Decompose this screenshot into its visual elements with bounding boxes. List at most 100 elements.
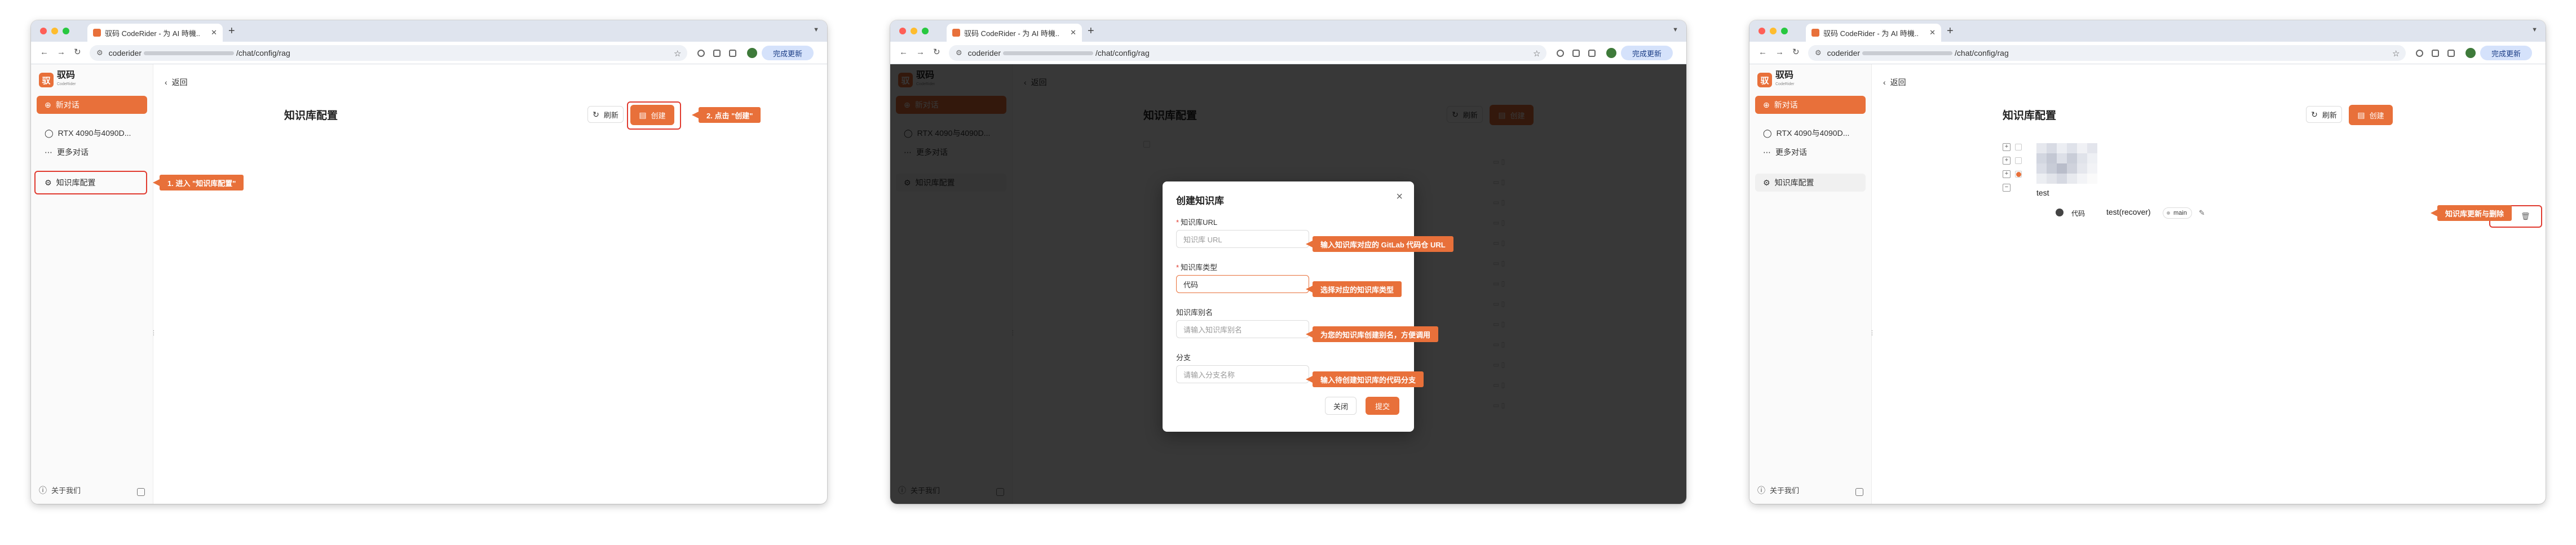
extension-puzzle-icon[interactable] xyxy=(2432,50,2439,57)
bookmark-star-icon[interactable]: ☆ xyxy=(2392,48,2400,59)
url-input[interactable]: ⚙ coderider /chat/config/rag xyxy=(90,45,687,61)
profile-avatar[interactable] xyxy=(1606,48,1616,58)
update-button[interactable]: 完成更新 xyxy=(2480,46,2532,60)
close-tab-icon[interactable]: ✕ xyxy=(1929,28,1936,37)
back-link[interactable]: ‹ 返回 xyxy=(1883,77,1906,88)
maximize-window-button[interactable] xyxy=(1781,28,1788,34)
site-settings-icon[interactable]: ⚙ xyxy=(956,48,962,57)
back-arrow-icon[interactable]: ← xyxy=(1758,47,1767,57)
extension-puzzle-icon[interactable] xyxy=(713,50,721,57)
tree-expand-icon[interactable]: + xyxy=(2003,143,2011,151)
kb-alias-input[interactable]: 请输入知识库别名 xyxy=(1176,320,1309,338)
url-input[interactable]: ⚙ coderider /chat/config/rag xyxy=(1808,45,2406,61)
window-controls xyxy=(1758,28,1788,34)
site-settings-icon[interactable]: ⚙ xyxy=(1815,48,1822,57)
refresh-button[interactable]: ↻ 刷新 xyxy=(587,106,624,123)
extension-icon[interactable] xyxy=(697,50,705,57)
minimize-window-button[interactable] xyxy=(911,28,917,34)
update-button[interactable]: 完成更新 xyxy=(1621,46,1673,60)
sidebar-item-chat[interactable]: ◯ RTX 4090与4090D... xyxy=(37,124,147,142)
tab-bar: 驭码 CodeRider - 为 AI 時機.. ✕ + ▼ xyxy=(890,20,1686,42)
cancel-button[interactable]: 关闭 xyxy=(1325,397,1357,415)
logo-mark: 驭 xyxy=(39,73,54,87)
site-settings-icon[interactable]: ⚙ xyxy=(96,48,103,57)
highlight-box-create xyxy=(627,101,681,130)
create-button[interactable]: ▤ 创建 xyxy=(2349,105,2393,125)
bookmark-star-icon[interactable]: ☆ xyxy=(674,48,681,59)
profile-avatar[interactable] xyxy=(2465,48,2476,58)
tab-menu-chevron-icon[interactable]: ▼ xyxy=(1672,26,1678,33)
sidebar-item-more-chats[interactable]: ⋯ 更多对话 xyxy=(37,143,147,161)
minimize-window-button[interactable] xyxy=(1770,28,1777,34)
new-tab-icon[interactable]: + xyxy=(1947,25,1954,37)
back-link[interactable]: ‹ 返回 xyxy=(165,77,188,88)
url-path: /chat/config/rag xyxy=(1095,48,1150,57)
maximize-window-button[interactable] xyxy=(63,28,69,34)
sidepanel-icon[interactable] xyxy=(1588,50,1596,57)
kb-branch-input[interactable]: 请输入分支名称 xyxy=(1176,365,1309,383)
maximize-window-button[interactable] xyxy=(922,28,929,34)
extension-icon[interactable] xyxy=(2416,50,2423,57)
close-window-button[interactable] xyxy=(899,28,906,34)
browser-tab[interactable]: 驭码 CodeRider - 为 AI 時機.. ✕ xyxy=(1806,24,1941,42)
close-icon[interactable]: × xyxy=(1396,190,1403,203)
collapse-sidebar-icon[interactable] xyxy=(1855,488,1863,496)
tree-expand-icon[interactable]: + xyxy=(2003,170,2011,178)
browser-tab[interactable]: 驭码 CodeRider - 为 AI 時機.. ✕ xyxy=(87,24,223,42)
reload-icon[interactable]: ↻ xyxy=(74,47,81,57)
kb-url-input[interactable]: 知识库 URL xyxy=(1176,230,1309,248)
tab-menu-chevron-icon[interactable]: ▼ xyxy=(2531,26,2538,33)
about-link[interactable]: ⓘ 关于我们 xyxy=(1757,485,1799,496)
sidepanel-icon[interactable] xyxy=(729,50,736,57)
submit-button[interactable]: 提交 xyxy=(1366,397,1399,415)
kb-type-select[interactable]: 代码 xyxy=(1176,275,1309,293)
reload-icon[interactable]: ↻ xyxy=(933,47,940,57)
update-button[interactable]: 完成更新 xyxy=(762,46,814,60)
chat-item-label: RTX 4090与4090D... xyxy=(58,129,131,138)
new-tab-icon[interactable]: + xyxy=(1088,25,1094,37)
chat-bubble-icon: ◯ xyxy=(45,128,54,138)
refresh-icon: ↻ xyxy=(593,109,599,119)
branch-badge: main xyxy=(2163,207,2192,219)
close-tab-icon[interactable]: ✕ xyxy=(211,28,217,37)
new-chat-button[interactable]: ⊕ 新对话 xyxy=(37,96,147,114)
back-arrow-icon[interactable]: ← xyxy=(899,47,908,57)
new-chat-button[interactable]: ⊕ 新对话 xyxy=(1755,96,1866,114)
row-checkbox[interactable] xyxy=(2015,157,2022,164)
refresh-button[interactable]: ↻ 刷新 xyxy=(2306,106,2342,123)
tree-expand-icon[interactable]: + xyxy=(2003,157,2011,165)
extension-puzzle-icon[interactable] xyxy=(1572,50,1580,57)
row-checkbox[interactable] xyxy=(2015,144,2022,150)
browser-window-step2: 驭码 CodeRider - 为 AI 時機.. ✕ + ▼ ← → ↻ ⚙ c… xyxy=(890,20,1686,504)
address-bar-row: ← → ↻ ⚙ coderider /chat/config/rag ☆ 完成更… xyxy=(890,42,1686,64)
forward-arrow-icon[interactable]: → xyxy=(916,47,925,57)
edit-pencil-icon[interactable]: ✎ xyxy=(2199,209,2205,218)
close-tab-icon[interactable]: ✕ xyxy=(1070,28,1076,37)
reload-icon[interactable]: ↻ xyxy=(1792,47,1800,57)
dialog-title: 创建知识库 xyxy=(1176,196,1224,206)
extension-icon[interactable] xyxy=(1557,50,1564,57)
new-tab-icon[interactable]: + xyxy=(228,25,235,37)
minimize-window-button[interactable] xyxy=(51,28,58,34)
browser-tab[interactable]: 驭码 CodeRider - 为 AI 時機.. ✕ xyxy=(947,24,1082,42)
close-window-button[interactable] xyxy=(40,28,47,34)
tree-collapse-icon[interactable]: − xyxy=(2003,184,2011,192)
more-chats-label: 更多对话 xyxy=(1775,148,1807,157)
url-input[interactable]: ⚙ coderider /chat/config/rag xyxy=(949,45,1547,61)
forward-arrow-icon[interactable]: → xyxy=(1775,47,1784,57)
kb-type: 代码 xyxy=(2071,210,2085,218)
bookmark-star-icon[interactable]: ☆ xyxy=(1533,48,1540,59)
sidepanel-icon[interactable] xyxy=(2447,50,2455,57)
sidebar-item-kb-config[interactable]: ⚙ 知识库配置 xyxy=(1755,174,1866,192)
tab-menu-chevron-icon[interactable]: ▼ xyxy=(813,26,819,33)
about-link[interactable]: ⓘ 关于我们 xyxy=(39,485,81,496)
url-field-label: * 知识库URL xyxy=(1176,216,1217,227)
trash-icon[interactable]: 🗑 xyxy=(2521,212,2530,221)
forward-arrow-icon[interactable]: → xyxy=(57,47,65,57)
sidebar-item-chat[interactable]: ◯ RTX 4090与4090D... xyxy=(1755,124,1866,142)
back-arrow-icon[interactable]: ← xyxy=(40,47,48,57)
close-window-button[interactable] xyxy=(1758,28,1765,34)
sidebar-item-more-chats[interactable]: ⋯ 更多对话 xyxy=(1755,143,1866,161)
profile-avatar[interactable] xyxy=(747,48,757,58)
collapse-sidebar-icon[interactable] xyxy=(137,488,145,496)
